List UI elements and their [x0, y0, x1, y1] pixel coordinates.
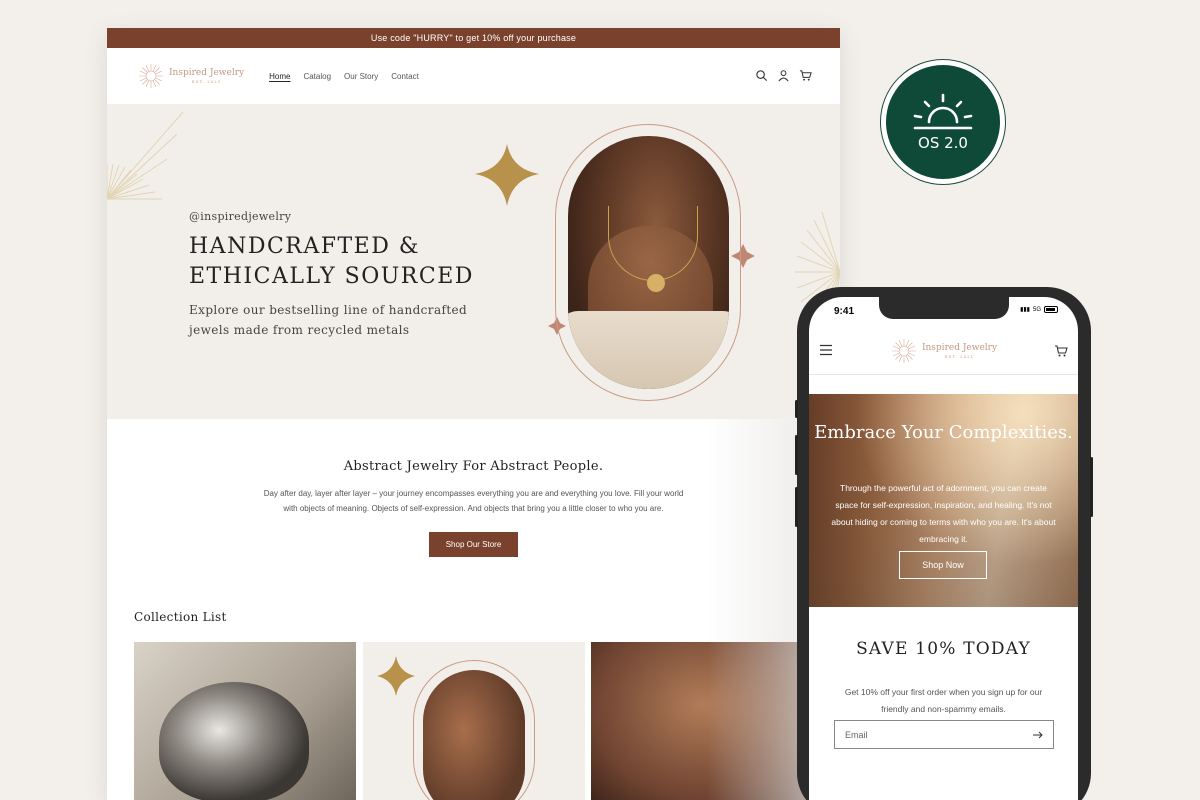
nav-home[interactable]: Home — [269, 72, 290, 81]
hero-title: HANDCRAFTED & ETHICALLY SOURCED — [189, 234, 474, 289]
mobile-brand-name: Inspired Jewelry — [921, 342, 998, 353]
sun-logo-icon — [891, 339, 916, 363]
desktop-storefront: Use code "HURRY" to get 10% off your pur… — [107, 28, 840, 800]
about-text: Day after day, layer after layer – your … — [263, 489, 684, 513]
header: Inspired Jewelry EST. 2021 Home Catalog … — [107, 48, 840, 104]
about-section: Abstract Jewelry For Abstract People. Da… — [107, 419, 840, 619]
account-icon[interactable] — [777, 69, 790, 82]
email-field[interactable]: Email — [834, 720, 1054, 749]
hero-subtitle: Explore our bestselling line of handcraf… — [189, 303, 468, 337]
shop-now-button[interactable]: Shop Now — [899, 551, 987, 579]
mobile-logo[interactable]: Inspired Jewelry EST. 2021 — [890, 337, 997, 365]
about-title: Abstract Jewelry For Abstract People. — [343, 459, 604, 474]
mobile-mockup: 9:41 ▮▮▮ 5G Inspired Jewelry EST. 2021 E… — [795, 287, 1093, 800]
nav-our-story[interactable]: Our Story — [344, 72, 378, 81]
brand-tagline: EST. 2021 — [191, 78, 222, 84]
newsletter-title: SAVE 10% TODAY — [856, 639, 1031, 659]
brand-name: Inspired Jewelry — [169, 67, 245, 78]
search-icon[interactable] — [755, 69, 768, 82]
badge-label: OS 2.0 — [918, 134, 968, 152]
collection-card-shell[interactable] — [134, 642, 356, 800]
main-nav: Home Catalog Our Story Contact — [269, 72, 419, 81]
hero-necklace-photo — [568, 136, 729, 389]
sunrise-icon — [913, 93, 973, 130]
sun-logo-icon — [139, 64, 163, 88]
mobile-cart-icon[interactable] — [1054, 344, 1068, 358]
mobile-header: Inspired Jewelry EST. 2021 — [809, 327, 1078, 375]
network-label: 5G — [1032, 306, 1041, 313]
nav-contact[interactable]: Contact — [391, 72, 419, 81]
newsletter-text: Get 10% off your first order when you si… — [844, 687, 1043, 714]
shop-our-store-button[interactable]: Shop Our Store — [428, 532, 519, 557]
mobile-screen: 9:41 ▮▮▮ 5G Inspired Jewelry EST. 2021 E… — [809, 297, 1078, 800]
status-icons: ▮▮▮ 5G — [1020, 306, 1058, 313]
hero-section: @inspiredjewelry HANDCRAFTED & ETHICALLY… — [107, 104, 840, 419]
status-time: 9:41 — [834, 306, 855, 317]
collection-card-earring[interactable] — [363, 642, 585, 800]
nav-catalog[interactable]: Catalog — [303, 72, 331, 81]
collection-card-rings[interactable] — [591, 642, 813, 800]
mobile-hero-text: Through the powerful act of adornment, y… — [831, 483, 1056, 544]
mobile-hero-banner: Embrace Your Complexities. Through the p… — [809, 394, 1078, 607]
announcement-text: Use code "HURRY" to get 10% off your pur… — [370, 33, 577, 43]
collection-list-title: Collection List — [134, 610, 227, 624]
hamburger-menu-icon[interactable] — [819, 344, 833, 356]
instagram-handle: @inspiredjewelry — [189, 210, 292, 223]
arrow-right-icon[interactable] — [1033, 731, 1043, 739]
email-placeholder: Email — [845, 729, 868, 740]
cart-icon[interactable] — [799, 69, 812, 82]
mobile-hero-title: Embrace Your Complexities. — [814, 422, 1073, 443]
battery-icon — [1044, 306, 1058, 313]
signal-icon: ▮▮▮ — [1020, 307, 1030, 313]
announcement-bar: Use code "HURRY" to get 10% off your pur… — [107, 28, 840, 48]
os2-badge: OS 2.0 — [880, 59, 1006, 185]
mobile-brand-tagline: EST. 2021 — [944, 353, 975, 359]
header-icons — [755, 69, 812, 82]
logo[interactable]: Inspired Jewelry EST. 2021 — [137, 62, 244, 90]
